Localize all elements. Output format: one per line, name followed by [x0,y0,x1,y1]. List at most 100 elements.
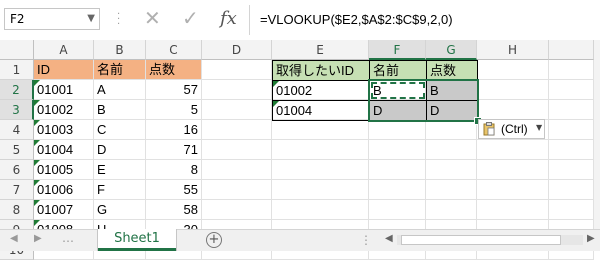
score-cell[interactable]: 16 [146,120,202,140]
scroll-left-icon[interactable]: ◀ [385,233,393,244]
row-header-8[interactable]: 8 [0,200,34,220]
empty-cell[interactable] [549,160,594,180]
row-header-6[interactable]: 6 [0,160,34,180]
lookup-name-cell[interactable]: B [369,80,427,101]
empty-cell[interactable] [549,180,594,200]
scroll-right-icon[interactable]: ▶ [587,233,595,244]
empty-cell[interactable] [272,140,369,160]
id-cell[interactable]: 01007 [34,200,94,220]
row-header-7[interactable]: 7 [0,180,34,200]
id-cell[interactable]: 01005 [34,160,94,180]
name-cell[interactable]: D [94,140,146,160]
column-header-c[interactable]: C [146,40,202,60]
empty-cell[interactable] [549,200,594,220]
lookup-id-cell[interactable]: 01002 [272,80,370,101]
empty-cell[interactable] [426,180,477,200]
column-header-i[interactable] [549,40,594,60]
name-cell[interactable]: F [94,180,146,200]
more-sheets-icon[interactable]: … [62,231,74,245]
empty-cell[interactable] [202,160,272,180]
id-cell[interactable]: 01004 [34,140,94,160]
name-cell[interactable]: E [94,160,146,180]
lookup-header-cell[interactable]: 取得したいID [272,60,370,81]
empty-cell[interactable] [272,160,369,180]
table-header-cell[interactable]: ID [34,60,94,80]
empty-cell[interactable] [369,160,426,180]
name-cell[interactable]: A [94,80,146,100]
lookup-score-cell[interactable]: B [426,80,478,101]
chevron-down-icon[interactable]: ▼ [87,13,95,24]
empty-cell[interactable] [202,180,272,200]
row-header-3[interactable]: 3 [0,100,34,120]
empty-cell[interactable] [549,60,594,80]
empty-cell[interactable] [549,140,594,160]
cancel-icon[interactable]: ✕ [144,6,161,30]
empty-cell[interactable] [426,200,477,220]
empty-cell[interactable] [202,120,272,140]
enter-check-icon[interactable]: ✓ [182,6,199,30]
name-box[interactable]: F2 ▼ [4,8,100,30]
score-cell[interactable]: 71 [146,140,202,160]
score-cell[interactable]: 5 [146,100,202,120]
add-sheet-icon[interactable]: + [206,232,222,248]
fx-icon[interactable]: fx [220,8,237,29]
empty-cell[interactable] [477,180,549,200]
empty-cell[interactable] [477,80,549,100]
table-header-cell[interactable]: 点数 [146,60,202,80]
empty-cell[interactable] [272,180,369,200]
empty-cell[interactable] [202,200,272,220]
split-handle-icon[interactable]: ⋮ [360,233,372,247]
column-header-f[interactable]: F [369,40,426,60]
lookup-name-cell[interactable]: D [369,100,427,121]
formula-input[interactable]: =VLOOKUP($E2,$A$2:$C$9,2,0) [249,5,600,35]
empty-cell[interactable] [426,120,477,140]
paste-options-button[interactable]: (Ctrl) ▼ [478,119,545,139]
empty-cell[interactable] [272,200,369,220]
resize-handle-icon[interactable]: · · · [117,10,121,30]
empty-cell[interactable] [272,120,369,140]
empty-cell[interactable] [477,100,549,120]
column-header-d[interactable]: D [202,40,272,60]
scroll-thumb[interactable] [401,235,561,245]
score-cell[interactable]: 8 [146,160,202,180]
empty-cell[interactable] [549,100,594,120]
column-header-g[interactable]: G [426,40,477,60]
empty-cell[interactable] [477,140,549,160]
empty-cell[interactable] [202,140,272,160]
empty-cell[interactable] [477,160,549,180]
vertical-scrollbar[interactable] [594,40,600,229]
row-header-2[interactable]: 2 [0,80,34,100]
lookup-id-cell[interactable]: 01004 [272,100,370,121]
name-cell[interactable]: G [94,200,146,220]
score-cell[interactable]: 58 [146,200,202,220]
id-cell[interactable]: 01001 [34,80,94,100]
column-header-h[interactable]: H [477,40,549,60]
name-cell[interactable]: B [94,100,146,120]
empty-cell[interactable] [202,80,272,100]
id-cell[interactable]: 01006 [34,180,94,200]
empty-cell[interactable] [426,140,477,160]
empty-cell[interactable] [369,140,426,160]
empty-cell[interactable] [369,120,426,140]
empty-cell[interactable] [549,80,594,100]
lookup-header-cell[interactable]: 名前 [369,60,427,81]
empty-cell[interactable] [549,120,594,140]
id-cell[interactable]: 01002 [34,100,94,120]
empty-cell[interactable] [202,100,272,120]
empty-cell[interactable] [369,180,426,200]
row-header-1[interactable]: 1 [0,60,34,80]
horizontal-scrollbar[interactable]: ◀ ▶ [381,233,600,247]
empty-cell[interactable] [477,60,549,80]
prev-sheet-icon[interactable]: ◀ [10,233,18,244]
empty-cell[interactable] [477,200,549,220]
id-cell[interactable]: 01003 [34,120,94,140]
score-cell[interactable]: 55 [146,180,202,200]
row-header-4[interactable]: 4 [0,120,34,140]
lookup-header-cell[interactable]: 点数 [426,60,478,81]
empty-cell[interactable] [369,200,426,220]
column-header-b[interactable]: B [94,40,146,60]
table-header-cell[interactable]: 名前 [94,60,146,80]
select-all-corner[interactable] [0,40,34,60]
empty-cell[interactable] [202,60,272,80]
sheet-tab-sheet1[interactable]: Sheet1 [98,229,176,251]
